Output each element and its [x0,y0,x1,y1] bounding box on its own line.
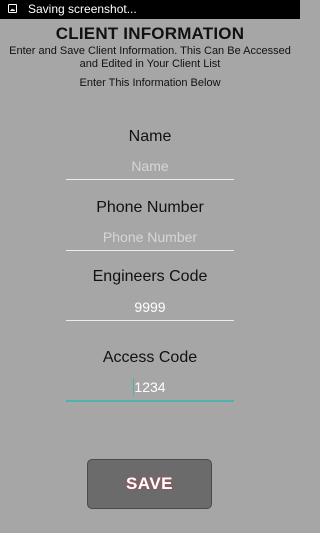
access-code-container [66,376,234,402]
phone-number-input[interactable] [66,226,234,248]
name-field-container [66,155,234,180]
engineers-code-container [66,296,234,321]
text-cursor [133,378,134,396]
save-button[interactable]: SAVE [87,459,212,509]
engineers-code-input[interactable] [66,296,234,318]
name-label: Name [128,128,172,145]
access-code-input[interactable] [66,376,234,398]
screenshot-icon [8,4,17,13]
phone-number-label: Phone Number [96,199,204,216]
engineers-code-label: Engineers Code [92,268,208,285]
name-input[interactable] [66,155,234,177]
access-code-label: Access Code [102,349,198,366]
phone-field-container [66,226,234,251]
page-title: CLIENT INFORMATION [55,24,245,43]
page-subtitle: Enter and Save Client Information. This … [9,45,291,70]
status-text: Saving screenshot... [28,2,137,16]
status-bar: Saving screenshot... [0,0,300,19]
instruction-text: Enter This Information Below [79,77,221,89]
